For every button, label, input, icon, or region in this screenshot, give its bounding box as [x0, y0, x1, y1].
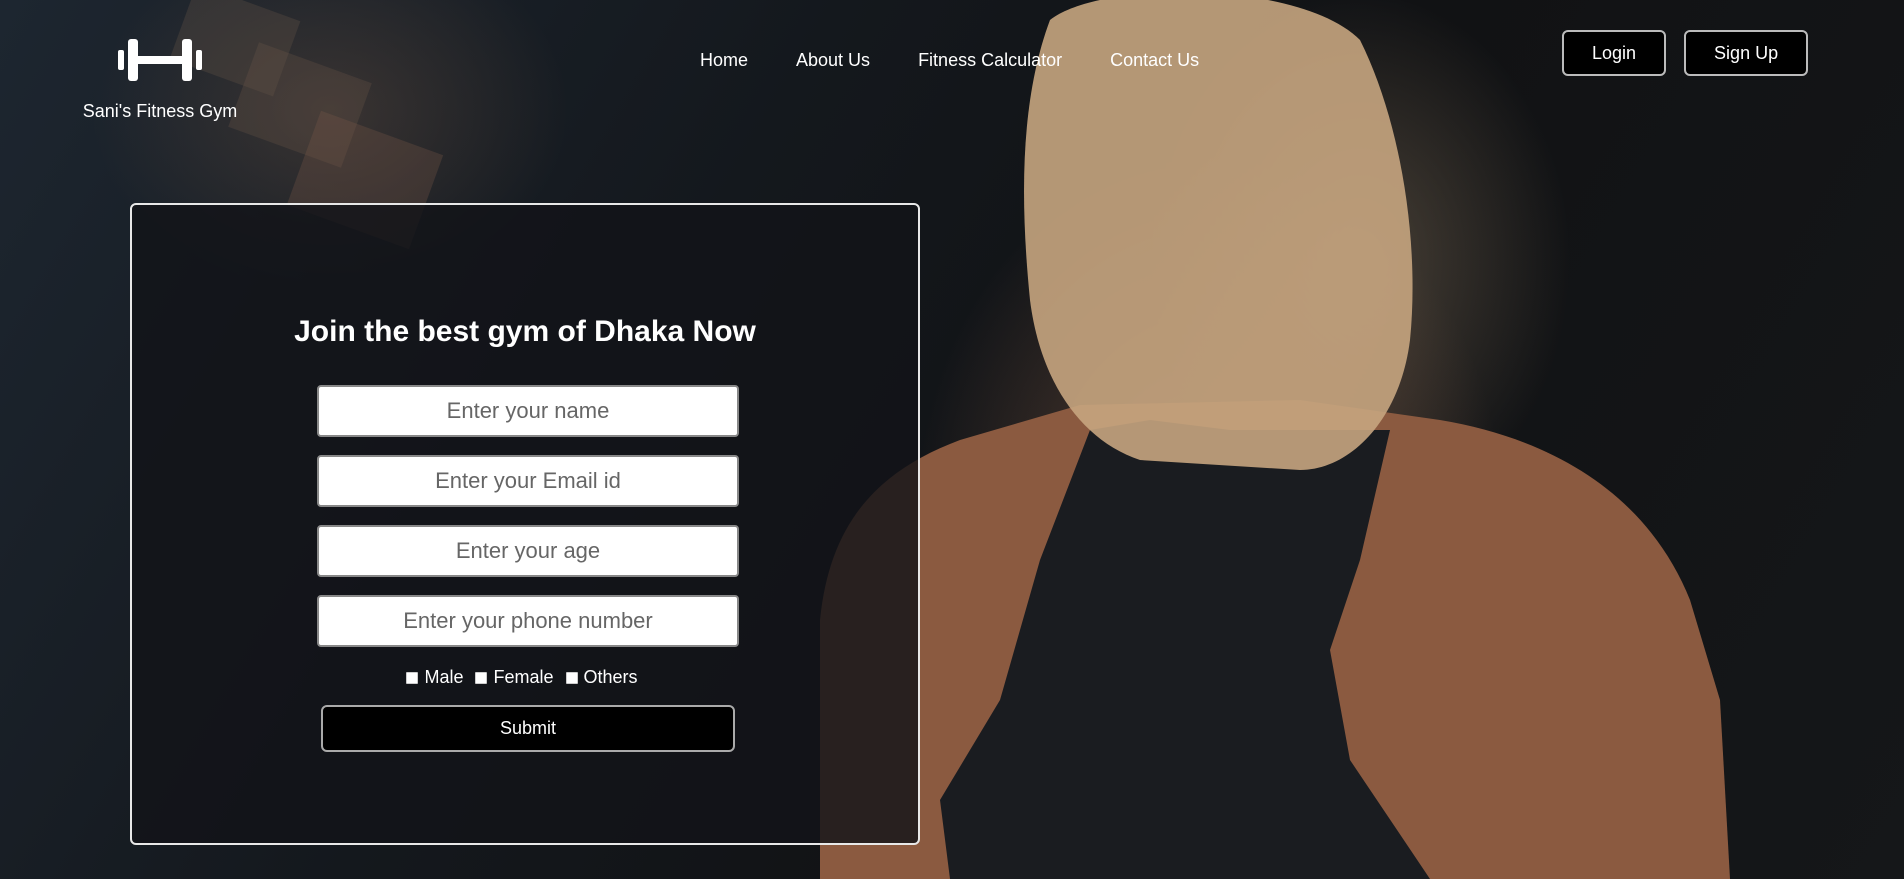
others-label: Others	[583, 667, 638, 687]
phone-input[interactable]	[317, 595, 739, 647]
male-label: Male	[424, 667, 464, 687]
join-form-panel: Join the best gym of Dhaka Now Male Fema…	[130, 203, 920, 845]
male-checkbox[interactable]	[406, 671, 419, 684]
brand-logo[interactable]: Sani's Fitness Gym	[75, 35, 245, 122]
nav-fitness-calculator[interactable]: Fitness Calculator	[918, 50, 1062, 71]
age-input[interactable]	[317, 525, 739, 577]
gender-option-female[interactable]: Female	[475, 667, 554, 688]
login-button[interactable]: Login	[1562, 30, 1667, 76]
page: Sani's Fitness Gym Home About Us Fitness…	[0, 0, 1904, 879]
email-input[interactable]	[317, 455, 739, 507]
nav-contact-us[interactable]: Contact Us	[1110, 50, 1199, 71]
nav-home[interactable]: Home	[700, 50, 748, 71]
auth-buttons: Login Sign Up	[1562, 30, 1809, 76]
female-checkbox[interactable]	[475, 671, 488, 684]
submit-button[interactable]: Submit	[321, 705, 735, 752]
name-input[interactable]	[317, 385, 739, 437]
nav-about-us[interactable]: About Us	[796, 50, 870, 71]
signup-button[interactable]: Sign Up	[1684, 30, 1809, 76]
gender-option-male[interactable]: Male	[406, 667, 463, 688]
gender-options: Male Female Others	[132, 667, 918, 688]
main-nav: Home About Us Fitness Calculator Contact…	[700, 50, 1199, 71]
form-title: Join the best gym of Dhaka Now	[294, 315, 756, 348]
female-label: Female	[493, 667, 554, 687]
others-checkbox[interactable]	[565, 671, 578, 684]
gender-option-others[interactable]: Others	[565, 667, 638, 688]
dumbbell-icon	[118, 39, 202, 81]
brand-name: Sani's Fitness Gym	[82, 101, 238, 121]
